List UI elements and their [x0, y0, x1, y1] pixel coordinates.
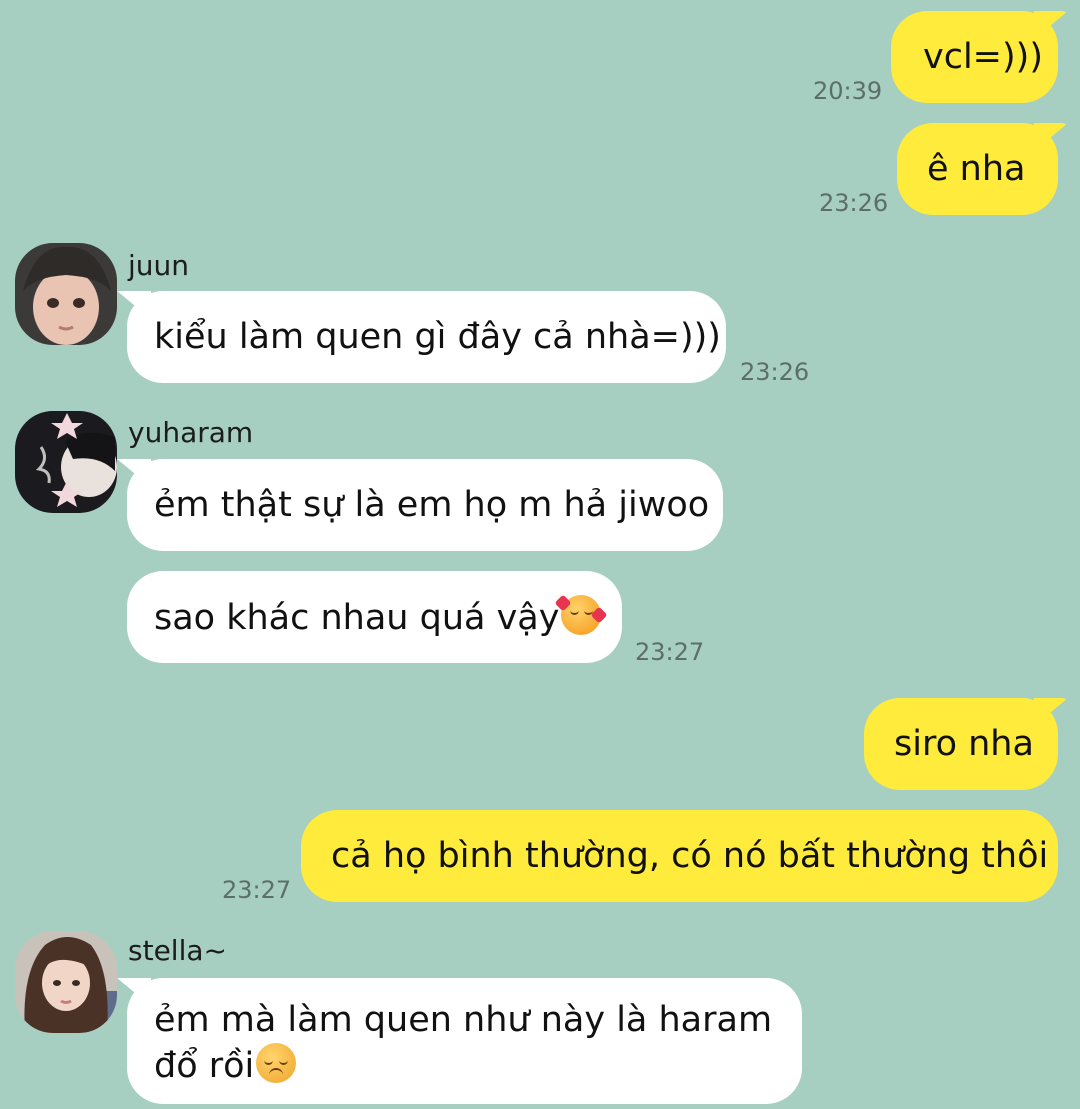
message-bubble-incoming[interactable]: sao khác nhau quá vậy [127, 571, 622, 663]
message-text: sao khác nhau quá vậy [154, 598, 560, 638]
sender-name: yuharam [128, 416, 254, 449]
message-text: ê nha [927, 149, 1026, 189]
smiling-face-with-hearts-icon [561, 595, 602, 635]
message-text: cả họ bình thường, có nó bất thường thôi [331, 836, 1049, 876]
message-timestamp: 23:27 [222, 876, 292, 904]
avatar-juun-icon [15, 243, 117, 345]
message-bubble-incoming[interactable]: ẻm thật sự là em họ m hả jiwoo [127, 459, 723, 551]
message-bubble-incoming[interactable]: kiểu làm quen gì đây cả nhà=))) [127, 291, 726, 383]
message-text: kiểu làm quen gì đây cả nhà=))) [154, 317, 721, 357]
avatar-yuharam-icon [15, 411, 117, 513]
sender-name: stella~ [128, 934, 227, 967]
message-text-line: đổ rồi [154, 1046, 255, 1086]
message-bubble-outgoing[interactable]: siro nha [864, 698, 1058, 790]
message-bubble-outgoing[interactable]: vcl=))) [891, 11, 1058, 103]
message-timestamp: 23:27 [635, 638, 705, 666]
sender-name: juun [128, 249, 190, 282]
message-timestamp: 20:39 [813, 77, 883, 105]
avatar-stella-icon [15, 931, 117, 1033]
message-text: ẻm thật sự là em họ m hả jiwoo [154, 485, 710, 525]
chat-thread[interactable]: vcl=))) 20:39 ê nha 23:26 juun kiểu làm … [0, 0, 1080, 1109]
avatar-yuharam[interactable] [15, 411, 117, 513]
message-timestamp: 23:26 [740, 358, 810, 386]
avatar-stella[interactable] [15, 931, 117, 1033]
message-bubble-incoming[interactable]: ẻm mà làm quen như này là haram đổ rồi [127, 978, 802, 1104]
message-bubble-outgoing[interactable]: ê nha [897, 123, 1058, 215]
message-bubble-outgoing[interactable]: cả họ bình thường, có nó bất thường thôi [301, 810, 1058, 902]
pensive-face-icon [256, 1043, 297, 1083]
message-text-line: ẻm mà làm quen như này là haram [154, 1000, 773, 1040]
avatar-juun[interactable] [15, 243, 117, 345]
message-text: siro nha [894, 724, 1034, 764]
message-text: vcl=))) [923, 37, 1043, 77]
message-timestamp: 23:26 [819, 189, 889, 217]
